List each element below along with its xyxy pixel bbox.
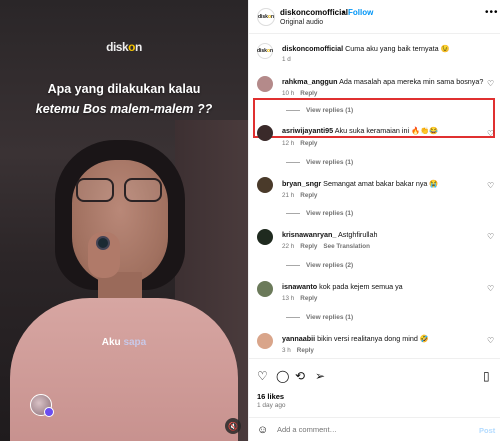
view-replies-button[interactable]: View replies (1)	[286, 314, 353, 321]
video-caption-line1: Apa yang dilakukan kalau	[47, 82, 201, 96]
see-translation-button[interactable]: See Translation	[323, 243, 370, 250]
comment-avatar[interactable]	[257, 229, 273, 245]
comment-meta: 13 h Reply	[282, 295, 318, 302]
comment-avatar[interactable]	[257, 281, 273, 297]
heart-icon[interactable]: ♡	[487, 181, 494, 190]
comment-avatar[interactable]	[257, 76, 273, 92]
video-caption-line2: ketemu Bos malem-malem ??	[35, 102, 213, 116]
reply-button[interactable]: Reply	[297, 347, 314, 354]
comment-meta: 10 h Reply	[282, 90, 318, 97]
reply-button[interactable]: Reply	[300, 295, 317, 302]
comment-meta: 22 h Reply See Translation	[282, 243, 370, 250]
comment-icon[interactable]: ◯	[276, 369, 289, 383]
comment-avatar[interactable]	[257, 333, 273, 349]
video-frame	[0, 0, 248, 441]
add-comment-input[interactable]	[277, 425, 467, 434]
comment-text: isnawanto kok pada kejem semua ya	[282, 282, 403, 291]
post-header: disk o n diskoncomofficial • Follow Origin…	[249, 0, 500, 34]
video-subtitle: Aku sapa	[101, 337, 147, 348]
post-actions: ♡ ◯ ⟲ ➢ ▯ 16 likes 1 day ago ☺ Post	[249, 358, 500, 441]
comment-text: rahkma_anggun Ada masalah apa mereka min…	[282, 77, 484, 86]
comment-meta: 3 h Reply	[282, 347, 314, 354]
heart-icon[interactable]: ♡	[487, 232, 494, 241]
header-username[interactable]: diskoncomofficial	[280, 8, 348, 17]
like-heart-icon[interactable]: ♡	[257, 369, 268, 383]
heart-icon[interactable]: ♡	[487, 336, 494, 345]
comment-text: yannaabii bikin versi realitanya dong mi…	[282, 334, 429, 343]
post-panel: disk o n diskoncomofficial • Follow Origin…	[248, 0, 500, 441]
reply-button[interactable]: Reply	[300, 140, 317, 147]
save-bookmark-icon[interactable]: ▯	[483, 369, 490, 383]
post-comment-button[interactable]: Post	[479, 426, 495, 435]
heart-icon[interactable]: ♡	[487, 284, 494, 293]
view-replies-button[interactable]: View replies (1)	[286, 107, 353, 114]
repost-icon[interactable]: ⟲	[295, 369, 305, 383]
comment-text: krisnawanryan_ Astghfirullah	[282, 230, 378, 239]
comments-list[interactable]: disk o n diskoncomofficial Cuma aku yang b…	[249, 34, 500, 358]
comment-text: bryan_sngr Semangat amat bakar bakar nya…	[282, 179, 439, 188]
add-comment-row: ☺ Post	[249, 417, 500, 441]
caption-avatar[interactable]: disk o n	[257, 43, 273, 59]
emoji-icon[interactable]: ☺	[257, 424, 268, 436]
microphone	[96, 236, 110, 250]
share-icon[interactable]: ➢	[315, 369, 325, 383]
video-watermark: diskon	[106, 40, 142, 54]
comment-avatar[interactable]	[257, 177, 273, 193]
video-caption: Apa yang dilakukan kalau ketemu Bos male…	[10, 79, 238, 119]
more-options-icon[interactable]: •••	[485, 7, 499, 18]
caption-text: diskoncomofficial Cuma aku yang baik ter…	[282, 44, 450, 53]
tag-badge-icon	[44, 407, 54, 417]
comment-meta: 21 h Reply	[282, 192, 318, 199]
reply-button[interactable]: Reply	[300, 243, 317, 250]
view-replies-button[interactable]: View replies (2)	[286, 262, 353, 269]
view-replies-button[interactable]: View replies (1)	[286, 159, 353, 166]
reply-button[interactable]: Reply	[300, 90, 317, 97]
separator-dot: •	[342, 8, 345, 17]
view-replies-button[interactable]: View replies (1)	[286, 210, 353, 217]
caption-time: 1 d	[282, 56, 291, 63]
heart-icon[interactable]: ♡	[487, 129, 494, 138]
comment-text: asriwijayanti95 Aku suka keramaian ini 🔥…	[282, 126, 438, 135]
post-video[interactable]: diskon Apa yang dilakukan kalau ketemu B…	[0, 0, 248, 441]
audio-link[interactable]: Original audio	[280, 19, 323, 26]
speaker-muted-icon[interactable]: 🔇	[225, 418, 241, 434]
heart-icon[interactable]: ♡	[487, 79, 494, 88]
comment-meta: 12 h Reply	[282, 140, 318, 147]
follow-button[interactable]: Follow	[348, 8, 373, 17]
account-avatar[interactable]: disk o n	[257, 8, 275, 26]
post-age: 1 day ago	[257, 402, 286, 409]
comment-avatar[interactable]	[257, 125, 273, 141]
reply-button[interactable]: Reply	[300, 192, 317, 199]
likes-count[interactable]: 16 likes	[257, 392, 284, 401]
